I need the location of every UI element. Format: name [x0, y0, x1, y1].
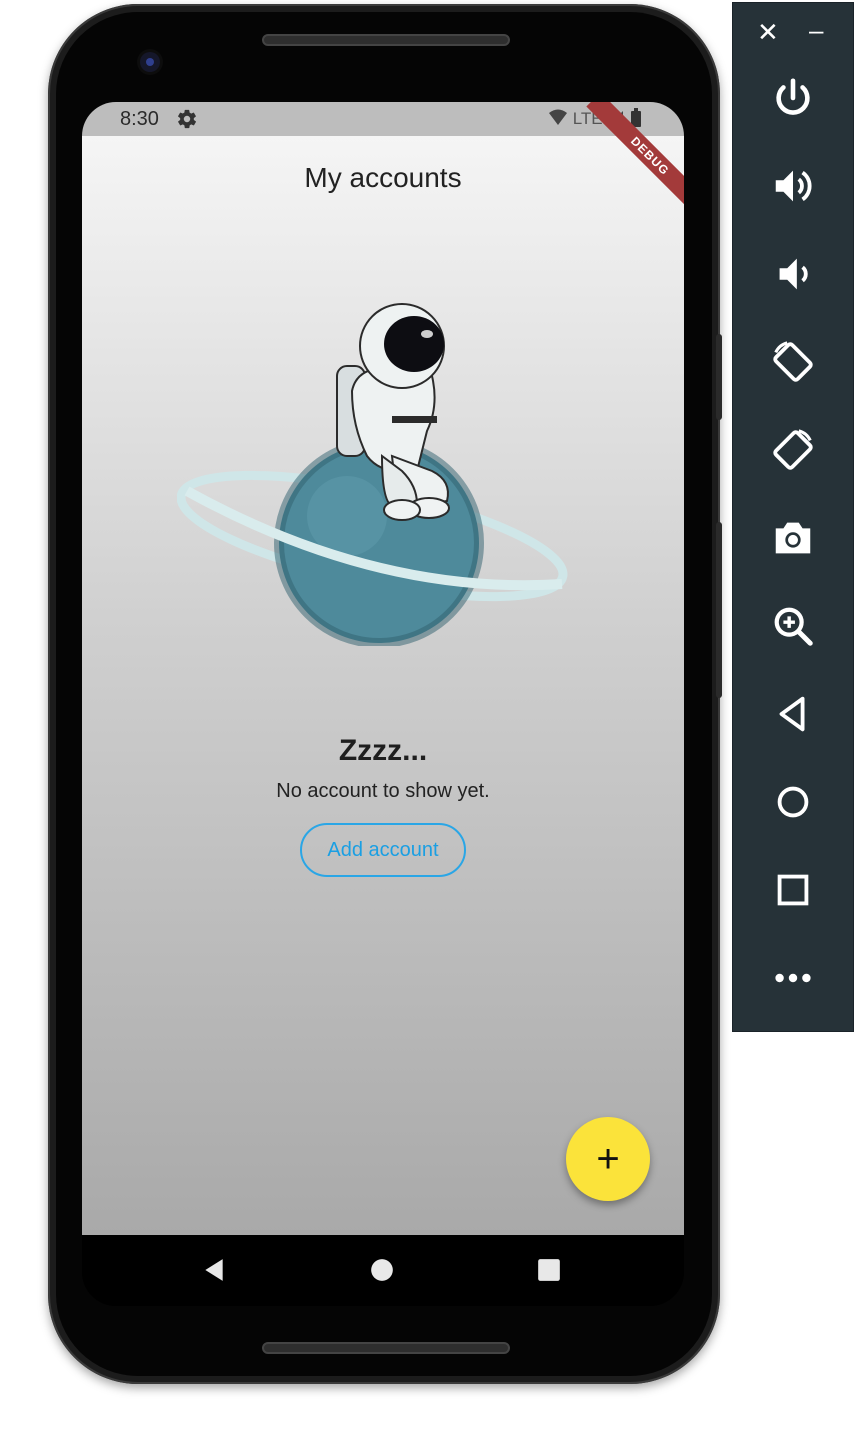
wifi-off-icon — [549, 109, 567, 125]
back-icon[interactable] — [770, 691, 816, 737]
rotate-right-icon[interactable] — [770, 427, 816, 473]
empty-state-title: Zzzz... — [338, 734, 428, 767]
settings-gear-icon — [178, 109, 196, 129]
recents-icon[interactable] — [536, 1257, 562, 1283]
app-body: My accounts Zzzz... No account to show y… — [82, 102, 684, 1235]
front-camera — [140, 52, 160, 72]
overview-icon[interactable] — [770, 867, 816, 913]
camera-icon[interactable] — [770, 515, 816, 561]
zoom-icon[interactable] — [770, 603, 816, 649]
add-fab-button[interactable]: + — [566, 1117, 650, 1201]
rotate-left-icon[interactable] — [770, 339, 816, 385]
minimize-icon[interactable]: – — [809, 15, 823, 46]
power-icon[interactable] — [770, 75, 816, 121]
close-icon[interactable]: ✕ — [757, 17, 779, 48]
empty-state-message: No account to show yet. — [276, 780, 490, 802]
volume-down-icon[interactable] — [770, 251, 816, 297]
volume-up-icon[interactable] — [770, 163, 816, 209]
back-icon[interactable] — [201, 1257, 227, 1283]
volume-hardware-button — [716, 334, 722, 420]
add-account-button[interactable]: Add account — [300, 823, 466, 877]
page-title: My accounts — [304, 162, 462, 193]
more-icon[interactable] — [770, 955, 816, 1001]
power-hardware-button — [716, 522, 722, 698]
bottom-speaker — [262, 1342, 510, 1354]
top-speaker — [262, 34, 510, 46]
astronaut-planet-illustration — [177, 303, 568, 646]
home-icon[interactable] — [770, 779, 816, 825]
status-time: 8:30 — [120, 108, 159, 130]
android-nav-bar — [82, 1235, 684, 1306]
emulator-toolbar: ✕ – — [732, 2, 854, 1032]
device-screen: 8:30 LTE My accounts Zzzz... No account … — [82, 102, 684, 1306]
plus-icon: + — [596, 1136, 620, 1181]
home-icon[interactable] — [369, 1257, 395, 1283]
